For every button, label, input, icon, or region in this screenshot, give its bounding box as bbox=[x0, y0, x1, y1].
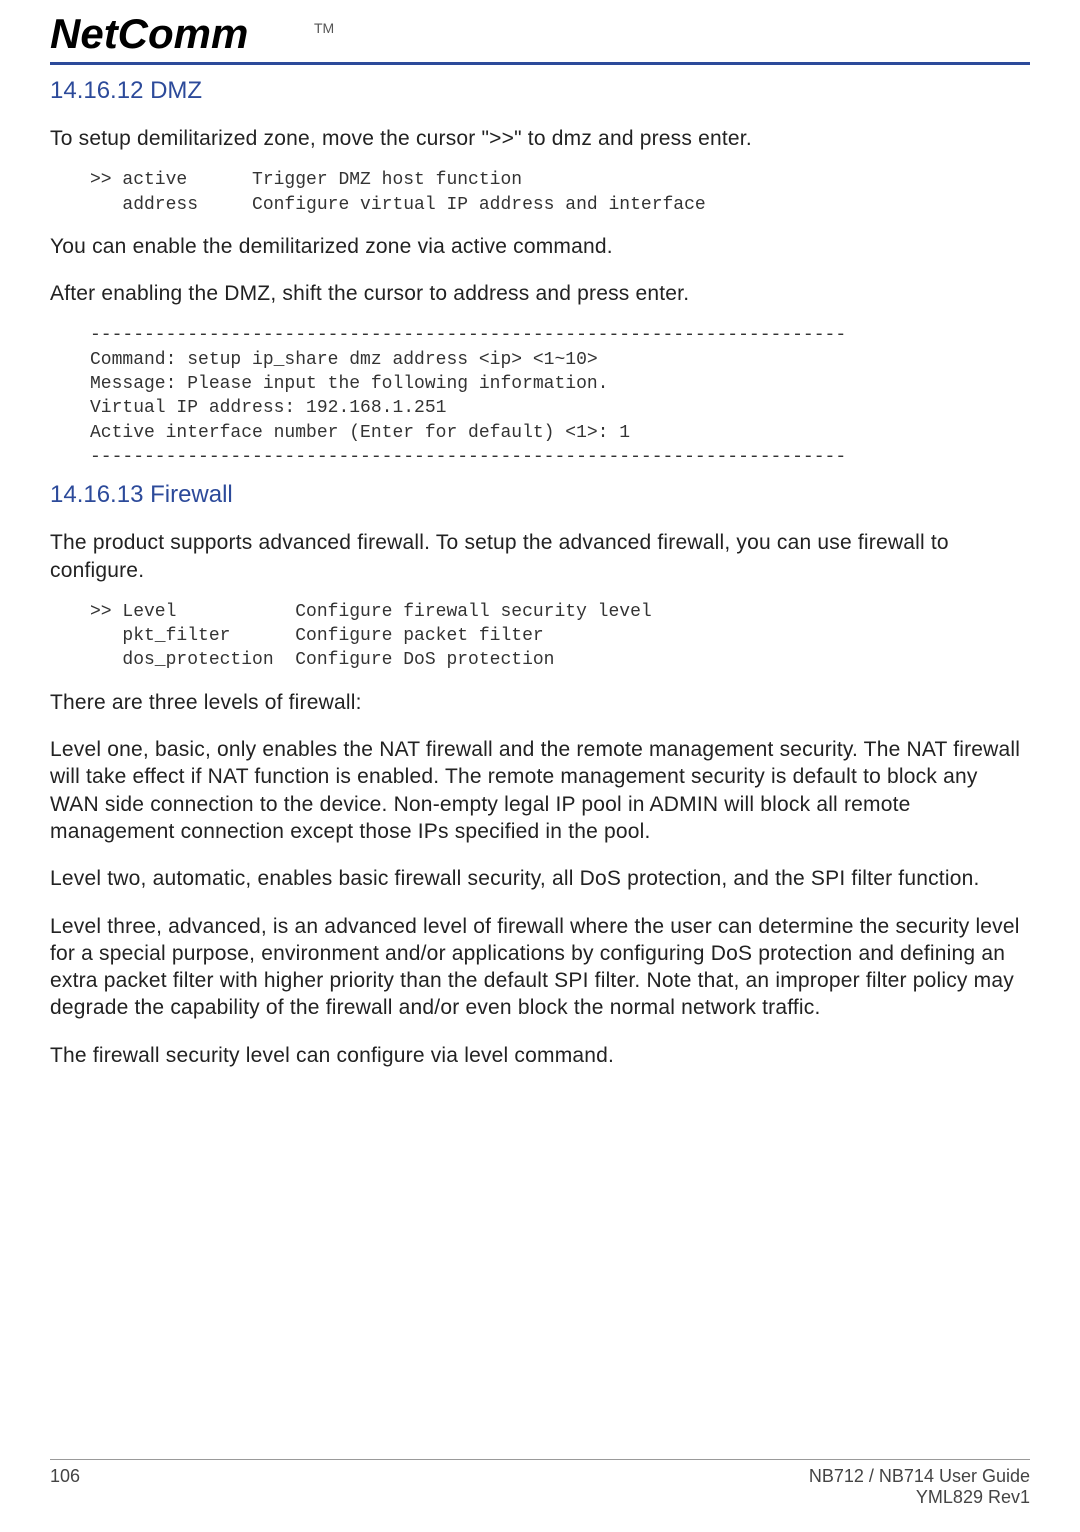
section-heading-firewall: 14.16.13 Firewall bbox=[50, 481, 1030, 509]
firewall-paragraph-1: The product supports advanced firewall. … bbox=[50, 529, 1030, 584]
brand-logo-row: NetComm TM bbox=[50, 10, 1030, 58]
trademark-symbol: TM bbox=[314, 20, 334, 36]
footer-page-number: 106 bbox=[50, 1466, 80, 1508]
firewall-code-block-1: >> Level Configure firewall security lev… bbox=[90, 600, 1030, 673]
firewall-paragraph-5: Level three, advanced, is an advanced le… bbox=[50, 913, 1030, 1022]
dmz-paragraph-1: To setup demilitarized zone, move the cu… bbox=[50, 125, 1030, 152]
svg-text:NetComm: NetComm bbox=[50, 10, 248, 57]
footer-revision: YML829 Rev1 bbox=[916, 1487, 1030, 1507]
firewall-paragraph-6: The firewall security level can configur… bbox=[50, 1042, 1030, 1069]
dmz-paragraph-3: After enabling the DMZ, shift the cursor… bbox=[50, 280, 1030, 307]
firewall-paragraph-4: Level two, automatic, enables basic fire… bbox=[50, 865, 1030, 892]
brand-logo: NetComm bbox=[50, 10, 310, 58]
firewall-paragraph-3: Level one, basic, only enables the NAT f… bbox=[50, 736, 1030, 845]
dmz-code-block-2: ----------------------------------------… bbox=[90, 323, 1030, 469]
footer-guide-title: NB712 / NB714 User Guide bbox=[809, 1466, 1030, 1486]
page-footer: 106 NB712 / NB714 User Guide YML829 Rev1 bbox=[50, 1466, 1030, 1508]
header-divider bbox=[50, 62, 1030, 65]
dmz-paragraph-2: You can enable the demilitarized zone vi… bbox=[50, 233, 1030, 260]
dmz-code-block-1: >> active Trigger DMZ host function addr… bbox=[90, 168, 1030, 217]
firewall-paragraph-2: There are three levels of firewall: bbox=[50, 689, 1030, 716]
section-heading-dmz: 14.16.12 DMZ bbox=[50, 77, 1030, 105]
footer-divider bbox=[50, 1459, 1030, 1460]
